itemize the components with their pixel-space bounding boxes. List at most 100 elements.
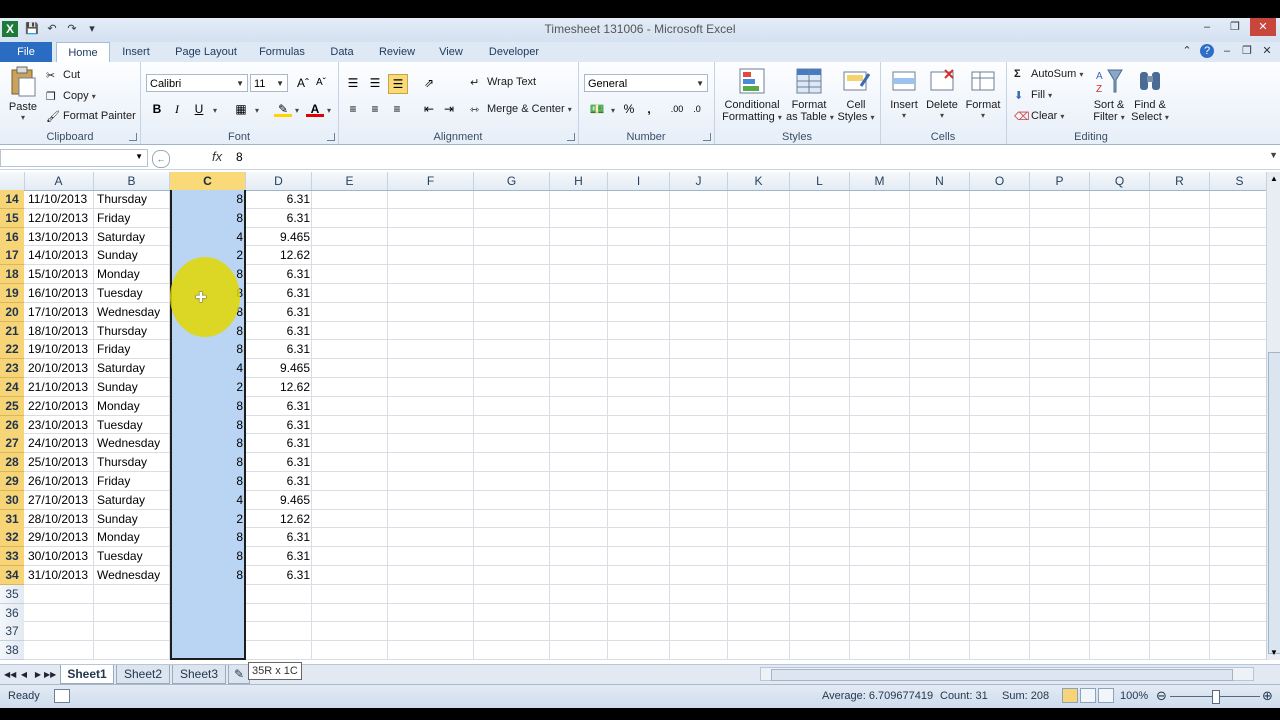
comma-style-button[interactable]: , bbox=[640, 100, 658, 118]
column-header-g[interactable]: G bbox=[474, 172, 550, 190]
orientation-icon[interactable]: ⇗ bbox=[420, 74, 438, 92]
cell-date[interactable]: 12/10/2013 bbox=[28, 209, 94, 228]
merge-dropdown-icon[interactable]: ▾ bbox=[568, 105, 572, 114]
name-box[interactable]: ▼ bbox=[0, 149, 148, 167]
format-cells-button[interactable]: Format ▾ bbox=[964, 66, 1002, 120]
cell-date[interactable]: 18/10/2013 bbox=[28, 322, 94, 341]
cell-date[interactable]: 29/10/2013 bbox=[28, 528, 94, 547]
page-break-view-icon[interactable] bbox=[1098, 688, 1114, 703]
fill-button[interactable]: ⬇ Fill ▾ bbox=[1014, 89, 1052, 102]
align-bottom-icon[interactable]: ☰ bbox=[388, 74, 408, 94]
column-header-a[interactable]: A bbox=[24, 172, 94, 190]
format-table-dropdown-icon[interactable]: ▾ bbox=[830, 113, 834, 122]
column-header-i[interactable]: I bbox=[608, 172, 670, 190]
vertical-scroll-thumb[interactable] bbox=[1268, 352, 1280, 654]
clear-button[interactable]: ⌫Clear ▾ bbox=[1014, 110, 1064, 123]
tab-review[interactable]: Review bbox=[372, 42, 422, 62]
row-header[interactable]: 32 bbox=[0, 528, 24, 548]
cell-hours[interactable]: 8 bbox=[170, 190, 243, 209]
cut-button[interactable]: ✂ Cut bbox=[46, 69, 80, 82]
paste-dropdown-icon[interactable]: ▾ bbox=[6, 113, 40, 122]
font-name-dropdown-icon[interactable]: ▼ bbox=[236, 75, 244, 93]
cell-date[interactable]: 30/10/2013 bbox=[28, 547, 94, 566]
vertical-scrollbar[interactable]: ▲ ▼ bbox=[1266, 172, 1280, 660]
column-header-q[interactable]: Q bbox=[1090, 172, 1150, 190]
grow-font-icon[interactable]: Aˆ bbox=[294, 74, 312, 92]
horizontal-scroll-thumb[interactable] bbox=[771, 669, 1233, 681]
macro-record-icon[interactable] bbox=[54, 689, 70, 703]
cell-date[interactable]: 13/10/2013 bbox=[28, 228, 94, 247]
cell-rate[interactable]: 6.31 bbox=[246, 472, 310, 491]
cell-rate[interactable]: 9.465 bbox=[246, 228, 310, 247]
column-header-e[interactable]: E bbox=[312, 172, 388, 190]
font-size-combo[interactable]: 11 ▼ bbox=[250, 74, 288, 92]
shrink-font-icon[interactable]: Aˇ bbox=[312, 74, 330, 92]
cell-rate[interactable]: 9.465 bbox=[246, 359, 310, 378]
cell-rate[interactable]: 6.31 bbox=[246, 209, 310, 228]
column-header-p[interactable]: P bbox=[1030, 172, 1090, 190]
formula-input[interactable]: 8 bbox=[236, 150, 243, 164]
autosum-dropdown-icon[interactable]: ▾ bbox=[1079, 70, 1083, 79]
cell-rate[interactable]: 12.62 bbox=[246, 246, 310, 265]
row-header[interactable]: 30 bbox=[0, 490, 24, 510]
tab-formulas[interactable]: Formulas bbox=[252, 42, 312, 62]
cell-hours[interactable]: 8 bbox=[170, 416, 243, 435]
column-header-o[interactable]: O bbox=[970, 172, 1030, 190]
column-header-c[interactable]: C bbox=[170, 172, 246, 190]
insert-cells-button[interactable]: Insert ▾ bbox=[886, 66, 922, 120]
cell-hours[interactable] bbox=[170, 585, 243, 604]
row-header[interactable]: 29 bbox=[0, 472, 24, 491]
minimize-icon[interactable]: – bbox=[1194, 18, 1220, 36]
cell-styles-button[interactable]: Cell Styles ▾ bbox=[836, 66, 876, 123]
row-header[interactable]: 35 bbox=[0, 584, 24, 604]
column-header-m[interactable]: M bbox=[850, 172, 910, 190]
row-header[interactable]: 14 bbox=[0, 190, 24, 209]
percent-style-button[interactable]: % bbox=[620, 100, 638, 118]
sort-dropdown-icon[interactable]: ▾ bbox=[1121, 113, 1125, 122]
number-launcher-icon[interactable] bbox=[703, 133, 711, 141]
cell-date[interactable]: 19/10/2013 bbox=[28, 340, 94, 359]
help-icon[interactable]: ? bbox=[1200, 44, 1214, 58]
cell-rate[interactable]: 6.31 bbox=[246, 190, 310, 209]
cell-rate[interactable]: 6.31 bbox=[246, 397, 310, 416]
cell-hours[interactable]: 8 bbox=[170, 340, 243, 359]
cell-rate[interactable] bbox=[246, 585, 310, 604]
cell-date[interactable]: 25/10/2013 bbox=[28, 453, 94, 472]
cell-hours[interactable]: 8 bbox=[170, 547, 243, 566]
cell-rate[interactable]: 12.62 bbox=[246, 378, 310, 397]
formula-bar-collapse-icon[interactable]: ▼ bbox=[1269, 150, 1278, 160]
row-header[interactable]: 19 bbox=[0, 284, 24, 303]
cell-rate[interactable] bbox=[246, 622, 310, 641]
row-header[interactable]: 31 bbox=[0, 509, 24, 529]
cell-date[interactable]: 28/10/2013 bbox=[28, 510, 94, 529]
close-icon[interactable]: ✕ bbox=[1250, 18, 1276, 36]
tab-view[interactable]: View bbox=[430, 42, 472, 62]
cell-rate[interactable]: 6.31 bbox=[246, 528, 310, 547]
row-header[interactable]: 24 bbox=[0, 378, 24, 397]
bold-button[interactable]: B bbox=[148, 100, 166, 118]
delete-dropdown-icon[interactable]: ▾ bbox=[924, 111, 960, 120]
column-header-j[interactable]: J bbox=[670, 172, 728, 190]
cell-date[interactable]: 24/10/2013 bbox=[28, 434, 94, 453]
row-header[interactable]: 17 bbox=[0, 246, 24, 266]
underline-dropdown-icon[interactable]: ▾ bbox=[206, 100, 224, 118]
row-header[interactable]: 18 bbox=[0, 265, 24, 285]
scroll-up-icon[interactable]: ▲ bbox=[1267, 172, 1280, 186]
cell-rate[interactable]: 6.31 bbox=[246, 284, 310, 303]
cell-date[interactable]: 17/10/2013 bbox=[28, 303, 94, 322]
column-header-n[interactable]: N bbox=[910, 172, 970, 190]
last-sheet-icon[interactable]: ▶▶ bbox=[44, 668, 56, 682]
copy-button[interactable]: ❐ Copy ▾ bbox=[46, 90, 96, 103]
cell-date[interactable]: 20/10/2013 bbox=[28, 359, 94, 378]
copy-dropdown-icon[interactable]: ▾ bbox=[92, 92, 96, 101]
find-dropdown-icon[interactable]: ▾ bbox=[1165, 113, 1169, 122]
font-launcher-icon[interactable] bbox=[327, 133, 335, 141]
cell-date[interactable]: 11/10/2013 bbox=[28, 190, 94, 209]
normal-view-icon[interactable] bbox=[1062, 688, 1078, 703]
cell-hours[interactable]: 8 bbox=[170, 566, 243, 585]
align-top-icon[interactable]: ☰ bbox=[344, 74, 362, 92]
cell-hours[interactable] bbox=[170, 604, 243, 623]
status-sum[interactable]: Sum: 208 bbox=[1002, 690, 1049, 702]
cell-rate[interactable]: 6.31 bbox=[246, 453, 310, 472]
cell-rate[interactable]: 6.31 bbox=[246, 340, 310, 359]
